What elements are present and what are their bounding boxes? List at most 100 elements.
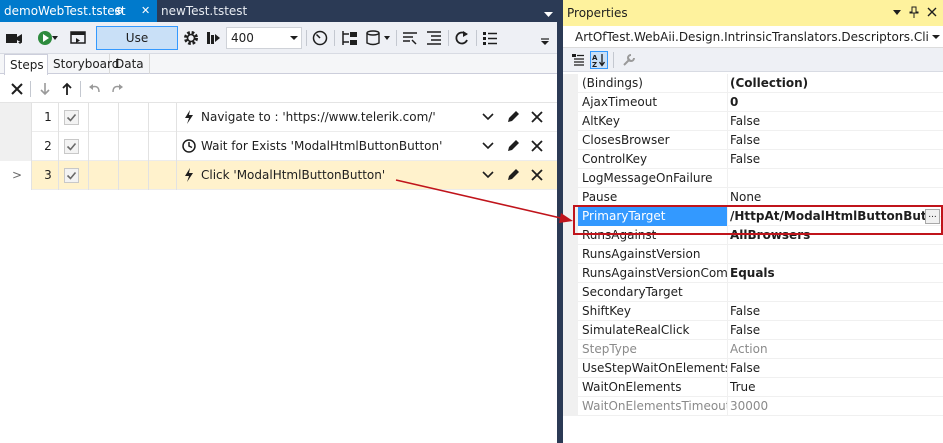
row-margin xyxy=(563,302,578,321)
property-name: Pause xyxy=(578,188,728,207)
property-row[interactable]: SecondaryTarget xyxy=(563,283,943,302)
property-name: WaitOnElements xyxy=(578,378,728,397)
tab-storyboard[interactable]: Storyboard xyxy=(48,54,119,74)
property-value[interactable]: Equals xyxy=(729,264,943,283)
property-row[interactable]: ControlKey False xyxy=(563,150,943,169)
run-to-here-icon[interactable] xyxy=(68,26,88,50)
property-row[interactable]: RunsAgainstVersionCompareEquals xyxy=(563,264,943,283)
property-value[interactable]: False xyxy=(729,321,943,340)
property-value[interactable]: False xyxy=(729,112,943,131)
tab-newtest[interactable]: newTest.tstest xyxy=(157,0,267,22)
step-row-selected[interactable]: > 3 Click 'ModalHtmlButtonButton' xyxy=(0,161,557,190)
edit-pencil-icon[interactable] xyxy=(506,110,520,124)
pin-icon[interactable]: ⊕ xyxy=(114,0,123,22)
property-value[interactable]: False xyxy=(729,302,943,321)
tab-overflow-icon[interactable] xyxy=(544,7,553,21)
toolbar-separator xyxy=(334,30,335,46)
row-margin xyxy=(563,321,578,340)
tab-steps[interactable]: Steps xyxy=(4,54,48,75)
database-icon[interactable] xyxy=(364,26,392,50)
step-number: 2 xyxy=(44,139,52,153)
delete-step-icon[interactable] xyxy=(530,110,544,124)
step-row[interactable]: 1 Navigate to : 'https://www.telerik.com… xyxy=(0,103,557,132)
close-icon[interactable]: ✕ xyxy=(141,0,150,22)
property-row[interactable]: (Bindings) (Collection) xyxy=(563,74,943,93)
property-name: ShiftKey xyxy=(578,302,728,321)
property-value[interactable]: False xyxy=(729,150,943,169)
property-row[interactable]: RunsAgainst AllBrowsers xyxy=(563,226,943,245)
property-row[interactable]: AjaxTimeout 0 xyxy=(563,93,943,112)
property-value[interactable]: False xyxy=(729,359,943,378)
property-row[interactable]: ShiftKey False xyxy=(563,302,943,321)
property-value[interactable]: True xyxy=(729,378,943,397)
property-row[interactable]: SimulateRealClick False xyxy=(563,321,943,340)
delete-icon[interactable] xyxy=(8,80,26,98)
property-row[interactable]: RunsAgainstVersion xyxy=(563,245,943,264)
redo-icon[interactable] xyxy=(108,80,126,98)
property-value[interactable]: (Collection) xyxy=(729,74,943,93)
property-value: 30000 xyxy=(730,399,769,413)
property-name: RunsAgainst xyxy=(578,226,728,245)
delete-step-icon[interactable] xyxy=(530,139,544,153)
indent-icon[interactable] xyxy=(424,26,444,50)
property-row[interactable]: WaitOnElements True xyxy=(563,378,943,397)
expand-chevron-icon[interactable] xyxy=(481,139,495,153)
column-divider xyxy=(88,103,89,132)
expand-chevron-icon[interactable] xyxy=(481,168,495,182)
list-icon[interactable] xyxy=(480,26,500,50)
record-icon[interactable] xyxy=(4,26,26,50)
format-icon[interactable] xyxy=(400,26,420,50)
refresh-icon[interactable] xyxy=(452,26,472,50)
categorized-icon[interactable] xyxy=(569,51,587,69)
tab-demowebtest[interactable]: demoWebTest.tstest ⊕ ✕ xyxy=(0,0,157,22)
property-row[interactable]: StepType Action xyxy=(563,340,943,359)
property-row[interactable]: ClosesBrowser False xyxy=(563,131,943,150)
add-step-icon[interactable] xyxy=(340,26,360,50)
alphabetical-icon[interactable]: AZ xyxy=(590,51,608,69)
step-row[interactable]: 2 Wait for Exists 'ModalHtmlButtonButton… xyxy=(0,132,557,161)
toolbar-separator xyxy=(613,52,614,68)
expand-chevron-icon[interactable] xyxy=(481,110,495,124)
property-row[interactable]: WaitOnElementsTimeout 30000 xyxy=(563,397,943,416)
delete-step-icon[interactable] xyxy=(530,168,544,182)
property-value[interactable]: AllBrowsers xyxy=(729,226,943,245)
step-enabled-checkbox[interactable] xyxy=(64,168,79,183)
window-menu-icon[interactable] xyxy=(892,6,902,21)
step-toolbar xyxy=(0,75,557,103)
property-value[interactable] xyxy=(729,283,943,302)
step-description: Wait for Exists 'ModalHtmlButtonButton' xyxy=(201,139,443,153)
property-value[interactable]: None xyxy=(729,188,943,207)
step-enabled-checkbox[interactable] xyxy=(64,139,79,154)
use-debugger-button[interactable]: Use debugger xyxy=(96,26,178,67)
pin-icon[interactable] xyxy=(909,6,919,21)
property-value[interactable]: /HttpAt/ModalHtmlButtonButton xyxy=(729,207,943,226)
wrench-icon[interactable] xyxy=(620,51,638,69)
execution-delay-select[interactable]: 400 xyxy=(226,27,302,49)
move-down-icon[interactable] xyxy=(36,80,54,98)
property-value[interactable] xyxy=(729,169,943,188)
property-value[interactable]: False xyxy=(729,131,943,150)
tab-data[interactable]: Data xyxy=(110,54,150,74)
toolbar-overflow-icon[interactable] xyxy=(540,36,550,48)
property-row-selected[interactable]: PrimaryTarget/HttpAt/ModalHtmlButtonButt… xyxy=(563,207,943,226)
property-row[interactable]: LogMessageOnFailure xyxy=(563,169,943,188)
timer-icon[interactable] xyxy=(310,26,330,50)
close-icon[interactable] xyxy=(927,6,937,21)
property-row[interactable]: AltKey False xyxy=(563,112,943,131)
edit-pencil-icon[interactable] xyxy=(506,168,520,182)
step-enabled-checkbox[interactable] xyxy=(64,110,79,125)
browse-button[interactable]: ... xyxy=(925,209,940,224)
clock-icon xyxy=(181,138,197,154)
edit-pencil-icon[interactable] xyxy=(506,139,520,153)
gear-icon[interactable] xyxy=(182,26,200,50)
property-value[interactable]: 0 xyxy=(729,93,943,112)
document-tab-strip: demoWebTest.tstest ⊕ ✕ newTest.tstest xyxy=(0,0,557,22)
move-up-icon[interactable] xyxy=(58,80,76,98)
property-value[interactable] xyxy=(729,245,943,264)
object-selector[interactable]: ArtOfTest.WebAii.Design.IntrinsicTransla… xyxy=(563,26,943,48)
column-divider xyxy=(118,103,119,132)
run-icon[interactable] xyxy=(36,26,60,50)
undo-icon[interactable] xyxy=(86,80,104,98)
property-row[interactable]: Pause None xyxy=(563,188,943,207)
property-row[interactable]: UseStepWaitOnElementsTimeoutFalse xyxy=(563,359,943,378)
